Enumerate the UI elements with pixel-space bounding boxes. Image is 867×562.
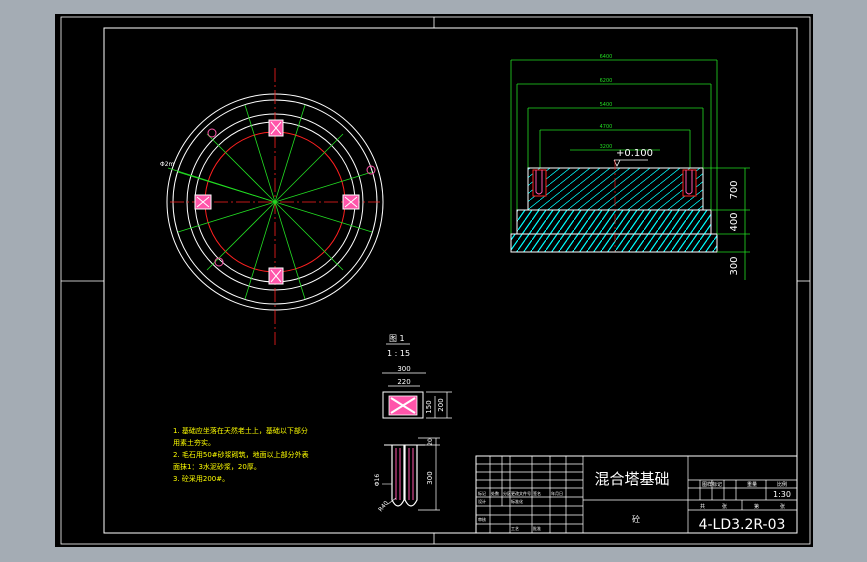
elevation-label: +0.100 — [616, 148, 653, 159]
role-label-process: 工艺 — [511, 526, 519, 531]
left-label-change: 更改文件号 — [511, 490, 531, 496]
dim-4700: 4700 — [600, 124, 613, 130]
dim-700: 700 — [729, 180, 740, 199]
left-label-count: 处数 — [491, 490, 499, 496]
header-label-weight: 重量 — [747, 481, 757, 488]
concrete-cap — [527, 167, 704, 211]
left-label-sign: 签名 — [533, 490, 541, 496]
sheet-label-sheets: 张 — [722, 503, 727, 510]
dim-300: 300 — [729, 256, 740, 275]
note-line-4: 面抹1：3水泥砂浆，20厚。 — [173, 462, 261, 471]
note-line-2: 用素土夯实。 — [173, 438, 215, 447]
role-label-standard: 标准化 — [511, 498, 523, 504]
sheet-label-number: 第 — [754, 503, 759, 510]
detail-dim-220: 220 — [397, 378, 410, 386]
role-label-approve: 批准 — [533, 525, 541, 531]
sheet-label-sheets-2: 张 — [780, 503, 785, 510]
detail-dim-200: 200 — [437, 398, 445, 411]
detail-dim-150: 150 — [425, 400, 433, 413]
left-label-zone: 分区 — [503, 490, 511, 496]
detail-scale: 1 : 15 — [387, 349, 410, 358]
anchor-box-top — [268, 119, 284, 137]
dim-6200: 6200 — [600, 78, 613, 84]
dim-3200: 3200 — [600, 144, 613, 150]
drawing-title: 混合塔基础 — [594, 470, 669, 488]
compacted-soil — [510, 233, 718, 253]
detail-title: 图 1 — [389, 334, 405, 343]
drawing-scale: 1:30 — [773, 490, 791, 499]
sheet-label-total: 共 — [700, 503, 705, 510]
role-label-review: 审核 — [478, 516, 486, 522]
header-label-mark: 图样标记 — [702, 481, 722, 488]
note-line-1: 1. 基础应坐落在天然老土上，基础以下部分 — [173, 426, 308, 435]
drawing-number: 4-LD3.2R-03 — [699, 517, 786, 533]
anchor-box-left — [194, 194, 212, 210]
material-label: 砼 — [632, 514, 640, 524]
dim-5400: 5400 — [600, 102, 613, 108]
anchor-box-right — [342, 194, 360, 210]
left-label-mark: 标记 — [478, 490, 486, 496]
cad-drawing-canvas: Φ2m 6400 6200 5400 4700 3200 +0.100 700 … — [55, 14, 813, 547]
title-block: 混合塔基础 砼 4-LD3.2R-03 1:30 图样标记 重量 比例 共 张 … — [475, 455, 798, 534]
anchor-box-bottom — [268, 267, 284, 285]
dim-400: 400 — [729, 212, 740, 231]
header-label-scale: 比例 — [777, 481, 787, 488]
detail-bolt-dim-300: 300 — [426, 471, 434, 484]
diameter-label: Φ2m — [160, 161, 175, 168]
note-line-3: 2. 毛石用50#砂浆砌筑，地面以上部分外表 — [173, 450, 309, 459]
left-label-date: 年月日 — [551, 490, 563, 496]
detail-bolt-diameter: Φ16 — [374, 474, 381, 487]
role-label-design: 设计 — [478, 498, 486, 504]
dim-6400: 6400 — [600, 54, 613, 60]
rubble-base — [516, 209, 712, 235]
detail-dim-300: 300 — [397, 365, 410, 373]
detail-bolt-dim-20: 20 — [427, 438, 434, 446]
note-line-5: 3. 砼采用200#。 — [173, 474, 229, 483]
